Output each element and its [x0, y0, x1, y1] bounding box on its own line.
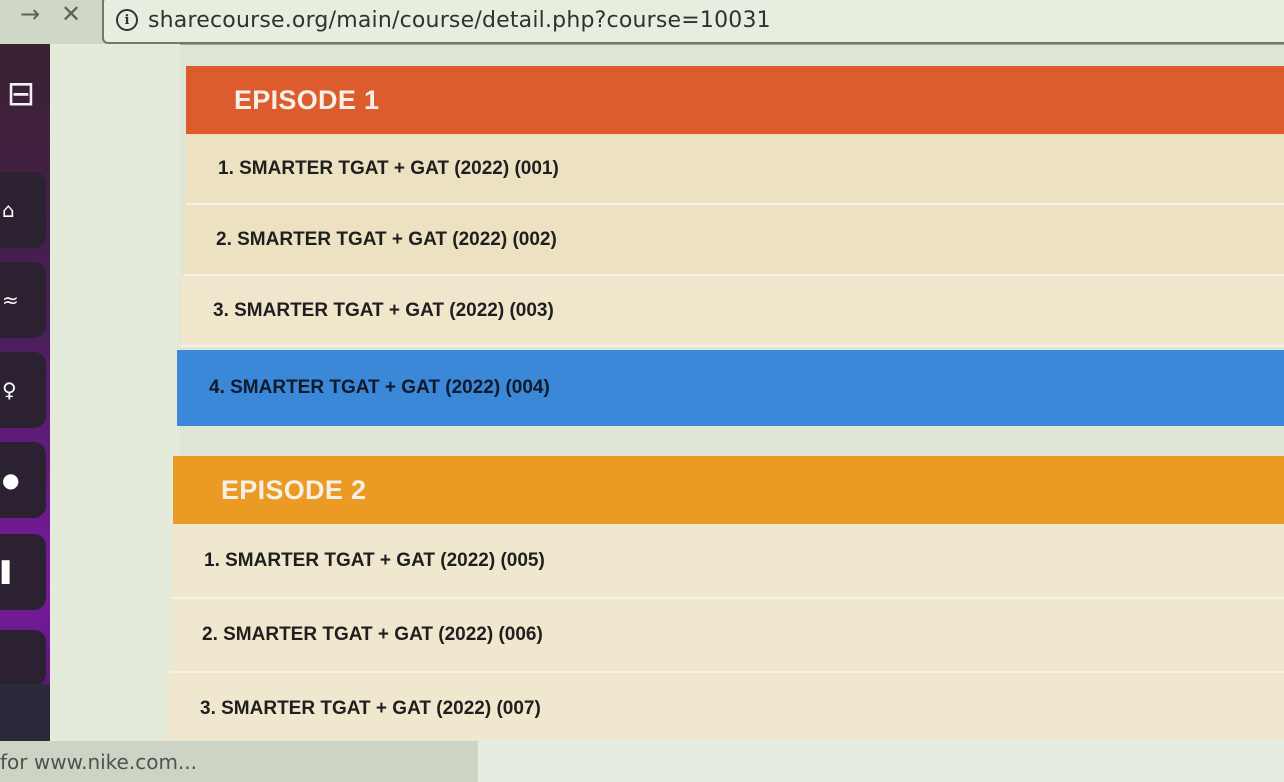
- home-icon[interactable]: ⌂: [0, 172, 46, 248]
- url-text[interactable]: sharecourse.org/main/course/detail.php?c…: [148, 8, 771, 33]
- arrow-right-icon[interactable]: →: [14, 0, 46, 28]
- presentation-board-icon[interactable]: ⊟: [0, 70, 42, 118]
- lesson-item[interactable]: 1. SMARTER TGAT + GAT (2022) (001): [186, 134, 1284, 205]
- browser-toolbar: → ✕ i sharecourse.org/main/course/detail…: [0, 0, 1284, 45]
- sidebar-footer: [0, 684, 50, 744]
- close-icon[interactable]: ✕: [55, 0, 87, 28]
- info-icon[interactable]: i: [116, 9, 138, 31]
- sidebar-item-extra[interactable]: [0, 630, 46, 686]
- graduation-cap-icon[interactable]: ≈: [0, 262, 46, 338]
- lesson-item-active[interactable]: 4. SMARTER TGAT + GAT (2022) (004): [177, 350, 1284, 426]
- user-icon[interactable]: ♀: [0, 352, 46, 428]
- episode-1-header: EPISODE 1: [186, 66, 1284, 134]
- episode-2-header: EPISODE 2: [173, 456, 1284, 524]
- lesson-item[interactable]: 1. SMARTER TGAT + GAT (2022) (005): [172, 524, 1284, 599]
- status-text: for www.nike.com...: [0, 749, 198, 774]
- lesson-item[interactable]: 2. SMARTER TGAT + GAT (2022) (006): [170, 599, 1284, 673]
- lesson-item[interactable]: 3. SMARTER TGAT + GAT (2022) (003): [181, 276, 1284, 347]
- lesson-item[interactable]: 3. SMARTER TGAT + GAT (2022) (007): [168, 673, 1284, 747]
- address-bar[interactable]: i sharecourse.org/main/course/detail.php…: [102, 0, 1284, 44]
- content-gutter: [50, 44, 180, 744]
- status-bar: for www.nike.com...: [0, 741, 478, 782]
- menu-icon[interactable]: ▌: [0, 534, 46, 610]
- page-bottom: [478, 741, 1284, 782]
- lesson-item[interactable]: 2. SMARTER TGAT + GAT (2022) (002): [184, 205, 1284, 276]
- puzzle-icon[interactable]: ●: [0, 442, 46, 518]
